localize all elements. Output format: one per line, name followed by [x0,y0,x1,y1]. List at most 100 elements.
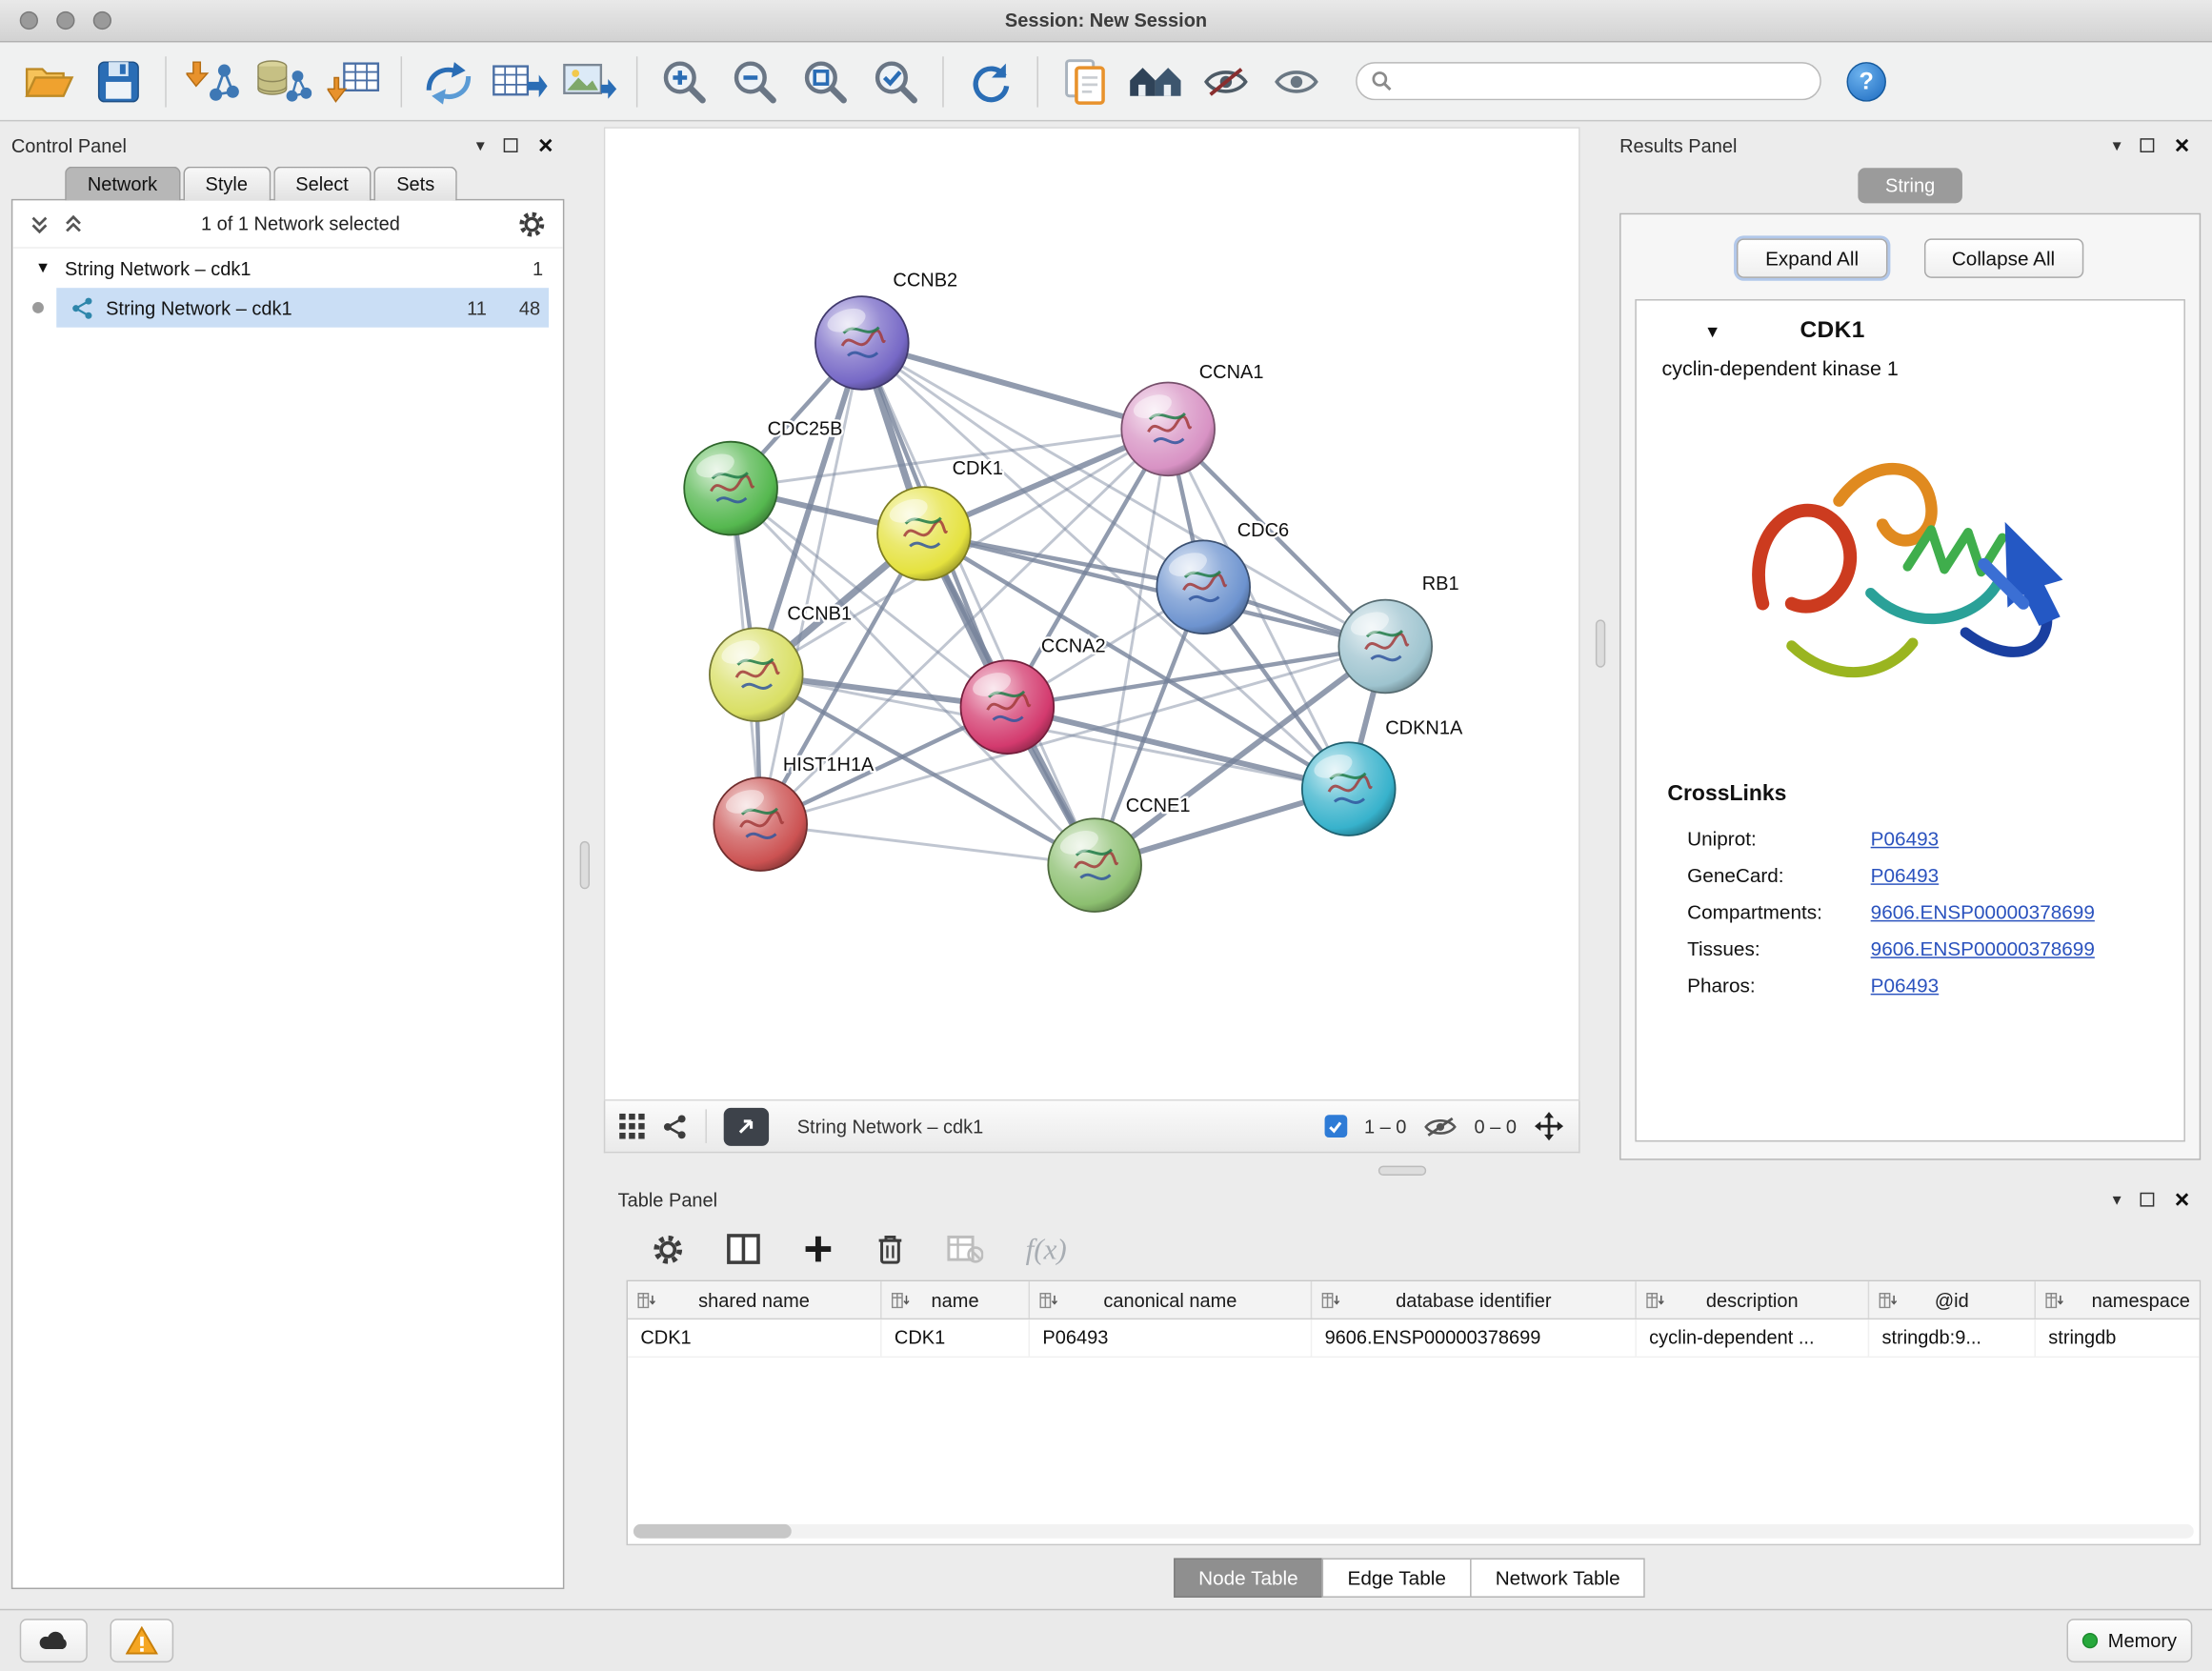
minimize-window-button[interactable] [56,11,74,30]
panel-menu-icon[interactable]: ▾ [2113,1190,2122,1210]
tab-node-table[interactable]: Node Table [1173,1558,1323,1597]
network-results-splitter[interactable] [1580,127,1619,1159]
grid-view-icon[interactable] [619,1114,645,1139]
column-header-id[interactable]: @id [1869,1281,2036,1319]
network-collection-row[interactable]: ▼ String Network – cdk1 1 [12,249,563,288]
detach-view-button[interactable] [724,1107,769,1145]
maximize-window-button[interactable] [93,11,111,30]
open-session-button[interactable] [14,50,82,112]
tab-edge-table[interactable]: Edge Table [1322,1558,1472,1597]
table-mode-gear-icon[interactable] [652,1233,684,1265]
search-input[interactable] [1402,70,1806,91]
edge-ccnb2-hist1h1a[interactable] [760,343,862,824]
table-cell: CDK1 [882,1319,1030,1357]
tab-style[interactable]: Style [183,167,271,201]
crosslink-value-link[interactable]: P06493 [1871,864,1939,887]
show-graphics-details-button[interactable] [1262,50,1330,112]
zoom-fit-button[interactable] [792,50,859,112]
selected-network-item[interactable]: String Network – cdk1 11 48 [56,288,549,327]
create-column-icon[interactable] [803,1234,835,1265]
column-header-shared-name[interactable]: shared name [628,1281,882,1319]
save-session-button[interactable] [85,50,152,112]
panel-close-icon[interactable]: × [538,132,553,158]
tab-select[interactable]: Select [273,167,372,201]
panel-float-icon[interactable] [2141,1193,2155,1207]
expand-all-icon[interactable] [64,213,84,233]
search-box[interactable] [1356,62,1821,100]
apply-layout-button[interactable] [956,50,1024,112]
warnings-button[interactable] [111,1619,174,1662]
cloud-status-button[interactable] [20,1619,88,1662]
panel-close-icon[interactable]: × [2175,1187,2190,1213]
hidden-eye-slash-icon[interactable] [1423,1115,1458,1138]
hide-graphics-details-button[interactable] [1192,50,1259,112]
network-from-selection-button[interactable] [414,50,482,112]
zoom-out-button[interactable] [721,50,789,112]
network-node-hist1h1a[interactable]: HIST1H1A [714,755,875,871]
tab-network-table[interactable]: Network Table [1470,1558,1645,1597]
crosslink-value-link[interactable]: 9606.ENSP00000378699 [1871,937,2095,960]
help-button[interactable]: ? [1846,61,1885,100]
table-horizontal-scrollbar[interactable] [633,1524,2194,1539]
panel-menu-icon[interactable]: ▾ [476,135,485,155]
panel-menu-icon[interactable]: ▾ [2113,135,2122,155]
collapse-all-icon[interactable] [30,213,50,233]
show-columns-icon[interactable] [727,1234,761,1265]
column-header-name[interactable]: name [882,1281,1030,1319]
export-table-button[interactable] [485,50,553,112]
tab-sets[interactable]: Sets [374,167,457,201]
column-header-description[interactable]: description [1637,1281,1869,1319]
check-icon [1328,1118,1343,1134]
memory-button[interactable]: Memory [2067,1619,2192,1662]
selected-counts-checkbox[interactable] [1324,1115,1347,1137]
zoom-selected-button[interactable] [862,50,930,112]
network-node-rb1[interactable]: RB1 [1338,574,1458,693]
panel-close-icon[interactable]: × [2175,132,2190,158]
network-node-ccna1[interactable]: CCNA1 [1121,362,1263,475]
panel-float-icon[interactable] [2141,138,2155,152]
table-body: CDK1CDK1P064939606.ENSP00000378699cyclin… [628,1319,2200,1358]
crosslink-value-link[interactable]: 9606.ENSP00000378699 [1871,900,2095,923]
edge-hist1h1a-ccne1[interactable] [760,824,1095,865]
crosslink-value-link[interactable]: P06493 [1871,974,1939,997]
close-window-button[interactable] [20,11,38,30]
panel-float-icon[interactable] [504,138,518,152]
tab-network[interactable]: Network [65,167,180,201]
crosslink-value-link[interactable]: P06493 [1871,827,1939,850]
table-row[interactable]: CDK1CDK1P064939606.ENSP00000378699cyclin… [628,1319,2201,1358]
import-network-database-button[interactable] [250,50,317,112]
network-node-ccnb2[interactable]: CCNB2 [815,271,957,390]
import-table-file-button[interactable] [320,50,388,112]
scrollbar-thumb[interactable] [633,1524,792,1539]
column-header-canonical-name[interactable]: canonical name [1030,1281,1312,1319]
edge-cdk1-rb1[interactable] [924,534,1385,647]
splitter-handle[interactable] [1378,1166,1426,1176]
section-expander-icon[interactable]: ▼ [1704,321,1721,341]
pan-move-icon[interactable] [1534,1111,1565,1142]
zoom-in-button[interactable] [651,50,718,112]
node-table[interactable]: shared namenamecanonical namedatabase id… [627,1280,2202,1546]
network-node-cdkn1a[interactable]: CDKN1A [1302,717,1463,836]
column-header-database-identifier[interactable]: database identifier [1312,1281,1637,1319]
import-network-file-button[interactable] [179,50,247,112]
horizontal-splitter[interactable] [604,1160,2201,1181]
delete-column-icon[interactable] [876,1233,905,1265]
tab-string[interactable]: String [1859,168,1962,203]
home-button[interactable] [1121,50,1189,112]
export-image-button[interactable] [555,50,623,112]
open-document-button[interactable] [1051,50,1118,112]
network-node-cdk1[interactable]: CDK1 [877,458,1003,580]
vertical-splitter[interactable] [564,121,603,1608]
collapse-all-button[interactable]: Collapse All [1923,238,2083,277]
network-canvas[interactable]: CCNB2CCNA1CDC25BCDK1CDC6RB1CCNB1CCNA2CDK… [604,127,1580,1100]
gene-section-header[interactable]: ▼ CDK1 [1637,301,2184,359]
tree-expander-icon[interactable]: ▼ [35,260,50,277]
splitter-handle[interactable] [1595,619,1604,667]
gear-icon[interactable] [517,210,546,238]
expand-all-button[interactable]: Expand All [1737,238,1886,277]
birdseye-view-icon[interactable] [662,1113,689,1139]
splitter-handle[interactable] [579,841,589,889]
table-header-row: shared namenamecanonical namedatabase id… [628,1281,2201,1319]
network-row[interactable]: String Network – cdk1 11 48 [12,288,563,327]
column-header-namespace[interactable]: namespace [2036,1281,2201,1319]
